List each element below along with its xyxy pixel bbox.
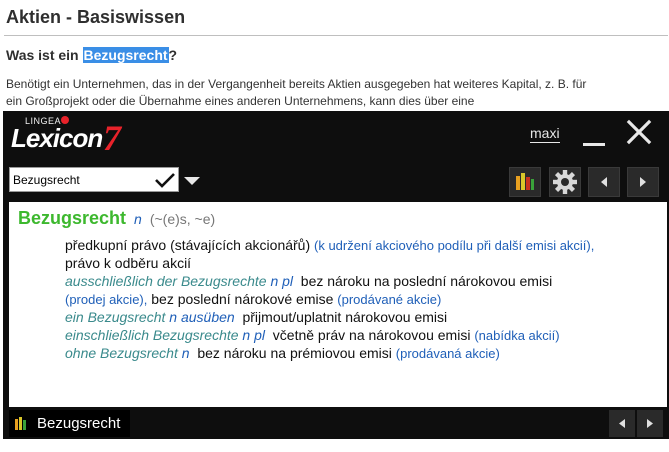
status-previous-button[interactable] [609, 410, 635, 437]
gear-icon [553, 170, 577, 194]
previous-button[interactable] [588, 167, 620, 197]
example-pos: n ausüben [169, 309, 235, 325]
example-translation: přijmout/uplatnit nárokovou emisi [242, 309, 448, 325]
question-prefix: Was ist ein [6, 47, 83, 63]
translation-note: (nabídka akcií) [474, 328, 560, 343]
search-input[interactable] [13, 171, 149, 189]
example-translation: bez nároku na poslední nárokovou emisi [300, 273, 553, 289]
example-phrase[interactable]: einschließlich Bezugsrechte [65, 327, 239, 343]
article-body-line: ein Großprojekt oder die Übernahme eines… [6, 94, 475, 108]
example-translation: bez poslední nárokové emise [151, 291, 334, 307]
title-divider [4, 35, 668, 36]
dropdown-triangle-icon[interactable] [184, 177, 200, 185]
example-pos: n [181, 345, 190, 361]
example-line: ausschließlich der Bezugsrechte n pl bez… [65, 272, 552, 290]
lexicon-popup: LINGEA Lexicon 7 maxi Bezugsrecht Bezugs… [3, 111, 669, 439]
example-line: ein Bezugsrecht n ausüben přijmout/uplat… [65, 308, 447, 326]
grammar-info: (~(e)s, ~e) [149, 211, 216, 227]
sense-line: právo k odběru akcií [65, 254, 191, 272]
example-phrase[interactable]: ohne Bezugsrecht [65, 345, 178, 361]
chevron-right-icon [640, 177, 646, 187]
example-pos: n pl [270, 273, 294, 289]
translation-note: (prodávané akcie) [337, 292, 442, 307]
settings-button[interactable] [549, 167, 581, 197]
logo-lexicon-text: Lexicon [11, 123, 103, 153]
chevron-right-icon [647, 419, 653, 428]
translation: předkupní právo (stávajících akcionářů) [65, 237, 311, 253]
lexicon-toolbar [3, 157, 669, 205]
headword-line: Bezugsrecht n (~(e)s, ~e) [18, 208, 215, 229]
example-line: einschließlich Bezugsrechte n pl včetně … [65, 326, 560, 345]
example-phrase[interactable]: ausschließlich der Bezugsrechte [65, 273, 267, 289]
status-next-button[interactable] [637, 410, 663, 437]
lexicon-logo: LINGEA Lexicon 7 [7, 114, 133, 158]
chevron-left-icon [619, 419, 625, 428]
status-bar: Bezugsrecht [3, 408, 669, 439]
headword: Bezugsrecht [18, 208, 127, 228]
dictionaries-icon [516, 173, 534, 190]
example-line: (prodej akcie), bez poslední nárokové em… [65, 290, 441, 309]
status-tab-label: Bezugsrecht [37, 415, 121, 432]
example-phrase[interactable]: ein Bezugsrecht [65, 309, 165, 325]
question-heading: Was ist ein Bezugsrecht? [6, 47, 177, 63]
search-box [9, 167, 179, 192]
translation-note: (prodej akcie), [65, 292, 148, 307]
article-body-line: Benötigt ein Unternehmen, das in der Ver… [6, 77, 587, 91]
translation-note: (prodávaná akcie) [395, 346, 500, 361]
page-title: Aktien - Basiswissen [6, 7, 186, 27]
logo-version-text: 7 [103, 118, 121, 158]
dictionaries-button[interactable] [509, 167, 541, 197]
minimize-icon[interactable] [583, 143, 605, 146]
example-translation: bez nároku na prémiovou emisi [197, 345, 392, 361]
dictionary-tab-icon [15, 417, 26, 430]
status-tab[interactable]: Bezugsrecht [9, 410, 130, 437]
question-suffix: ? [168, 47, 178, 63]
translation-note: (k udržení akciového podílu při další em… [314, 238, 595, 253]
lexicon-header: LINGEA Lexicon 7 maxi [3, 111, 669, 158]
article-body: Benötigt ein Unternehmen, das in der Ver… [6, 76, 656, 110]
part-of-speech: n [134, 211, 142, 227]
example-translation: včetně práv na nárokovou emisi [272, 327, 471, 343]
maxi-button[interactable]: maxi [530, 125, 560, 143]
close-icon[interactable] [626, 119, 652, 145]
selected-word[interactable]: Bezugsrecht [82, 47, 169, 63]
example-line: ohne Bezugsrecht n bez nároku na prémiov… [65, 344, 500, 363]
sense-line: předkupní právo (stávajících akcionářů) … [65, 236, 594, 255]
translation: právo k odběru akcií [65, 255, 192, 271]
chevron-left-icon [601, 177, 607, 187]
dictionary-entry: Bezugsrecht n (~(e)s, ~e) předkupní právo … [9, 202, 667, 407]
checkmark-icon[interactable] [153, 169, 177, 191]
next-button[interactable] [627, 167, 659, 197]
example-pos: n pl [242, 327, 265, 343]
